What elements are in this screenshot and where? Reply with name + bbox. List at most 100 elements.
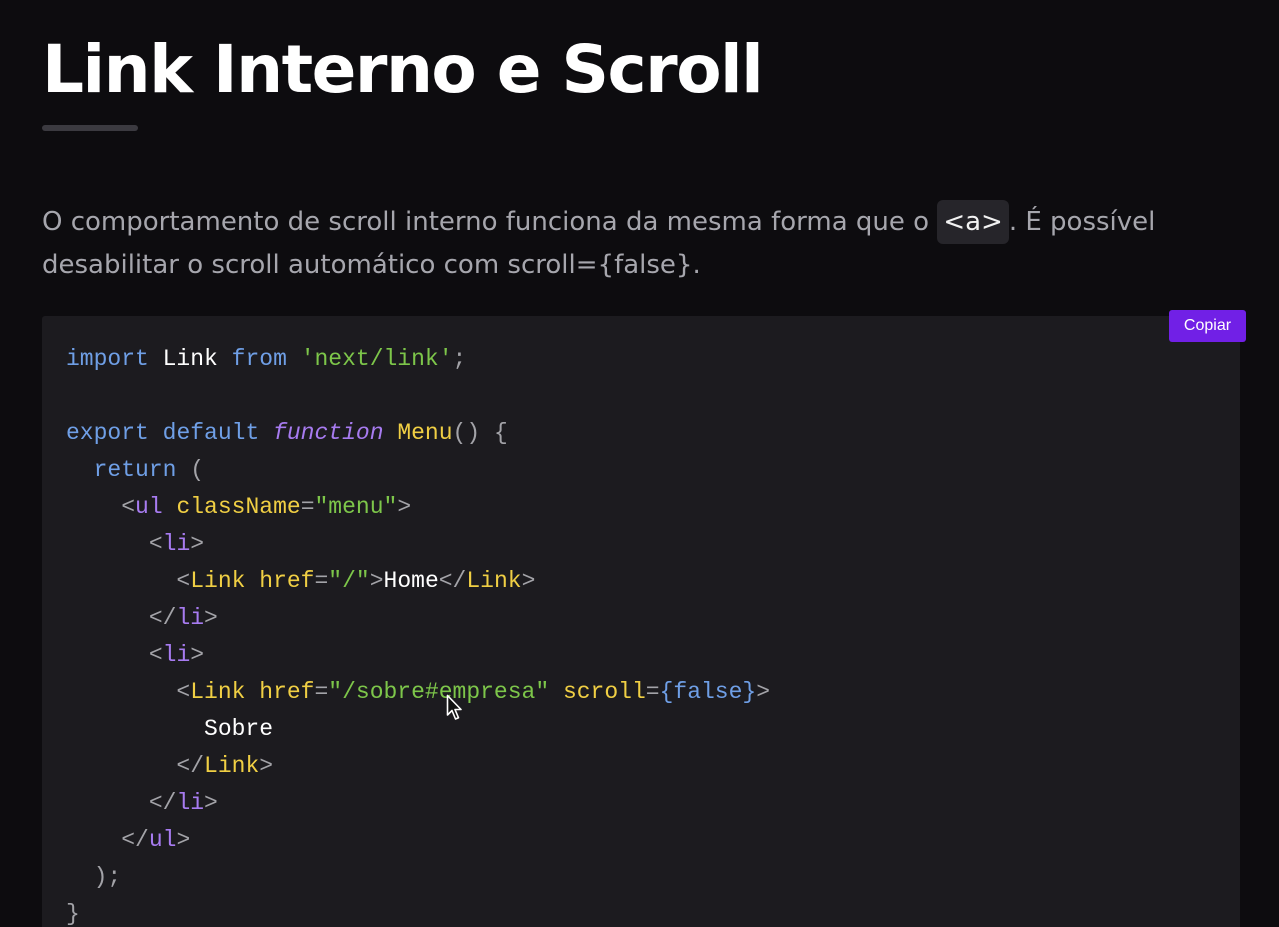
code-token: li <box>162 531 191 557</box>
intro-text-before: O comportamento de scroll interno funcio… <box>42 207 938 237</box>
code-token: </ <box>148 790 177 816</box>
code-token: = <box>300 494 315 520</box>
code-token: Link <box>466 568 522 594</box>
code-token: } <box>66 901 80 927</box>
code-token: Sobre <box>66 716 274 742</box>
code-line: export default function Menu() { <box>66 420 508 446</box>
code-line: </li> <box>66 605 218 631</box>
code-line: <ul className="menu"> <box>66 494 411 520</box>
code-token: "/" <box>328 568 370 594</box>
code-line: </Link> <box>66 753 273 779</box>
code-token: 'next/link' <box>300 346 453 372</box>
code-token: = <box>314 679 329 705</box>
code-token: < <box>148 531 163 557</box>
code-token: ul <box>135 494 163 520</box>
code-block: import Link from 'next/link'; export def… <box>42 316 1240 927</box>
page: Link Interno e Scroll O comportamento de… <box>0 0 1279 927</box>
code-token: > <box>204 605 218 631</box>
copy-button[interactable]: Copiar <box>1169 310 1246 342</box>
code-token: </ <box>176 753 205 779</box>
code-token: scroll <box>562 679 646 705</box>
code-token: className <box>176 494 301 520</box>
code-line: import Link from 'next/link'; <box>66 346 466 372</box>
code-token: > <box>176 827 191 853</box>
code-token: Link <box>148 346 232 372</box>
code-line: } <box>66 901 80 927</box>
code-token: "/sobre#empresa" <box>328 679 550 705</box>
code-token: ; <box>452 346 467 372</box>
code-token: > <box>369 568 384 594</box>
code-line: </ul> <box>66 827 190 853</box>
code-token: function <box>273 420 384 446</box>
code-token: < <box>176 568 191 594</box>
code-token: > <box>190 642 205 668</box>
code-token: </ <box>148 605 177 631</box>
code-token: import <box>66 346 149 372</box>
code-token: () { <box>452 420 508 446</box>
code-token: default <box>162 420 260 446</box>
code-token: Home <box>383 568 439 594</box>
code-line: <Link href="/">Home</Link> <box>66 568 535 594</box>
inline-code-anchor: <a> <box>937 200 1009 244</box>
code-line: return ( <box>66 457 204 483</box>
code-token: "menu" <box>314 494 398 520</box>
code-token: Menu <box>397 420 453 446</box>
code-token: > <box>521 568 536 594</box>
code-token: li <box>176 790 205 816</box>
code-token: < <box>148 642 163 668</box>
title-underline <box>42 125 138 131</box>
code-token: export <box>66 420 149 446</box>
code-token: {false} <box>659 679 757 705</box>
code-token: href <box>259 568 315 594</box>
code-line: </li> <box>66 790 218 816</box>
code-token: < <box>121 494 136 520</box>
code-token: > <box>204 790 218 816</box>
code-line: Sobre <box>66 716 273 742</box>
code-token: < <box>176 679 191 705</box>
code-content: import Link from 'next/link'; export def… <box>66 340 770 927</box>
code-token: return <box>93 457 177 483</box>
mouse-pointer-icon <box>446 694 462 720</box>
code-token: ul <box>148 827 177 853</box>
code-token: Link <box>190 679 246 705</box>
page-title: Link Interno e Scroll <box>42 31 764 108</box>
code-line: <li> <box>66 642 204 668</box>
code-token: > <box>397 494 412 520</box>
code-line: ); <box>66 864 122 890</box>
code-token: > <box>259 753 274 779</box>
code-token: </ <box>121 827 149 853</box>
code-token: from <box>231 346 287 372</box>
code-lines: import Link from 'next/link'; export def… <box>66 346 770 927</box>
code-token: li <box>162 642 191 668</box>
code-token: </ <box>438 568 467 594</box>
code-line: <li> <box>66 531 204 557</box>
code-token: = <box>645 679 660 705</box>
code-token: = <box>314 568 329 594</box>
code-token: ( <box>190 457 205 483</box>
code-token: Link <box>204 753 260 779</box>
code-token: > <box>190 531 205 557</box>
code-token: href <box>259 679 315 705</box>
code-line: <Link href="/sobre#empresa" scroll={fals… <box>66 679 770 705</box>
code-token: ); <box>93 864 122 890</box>
